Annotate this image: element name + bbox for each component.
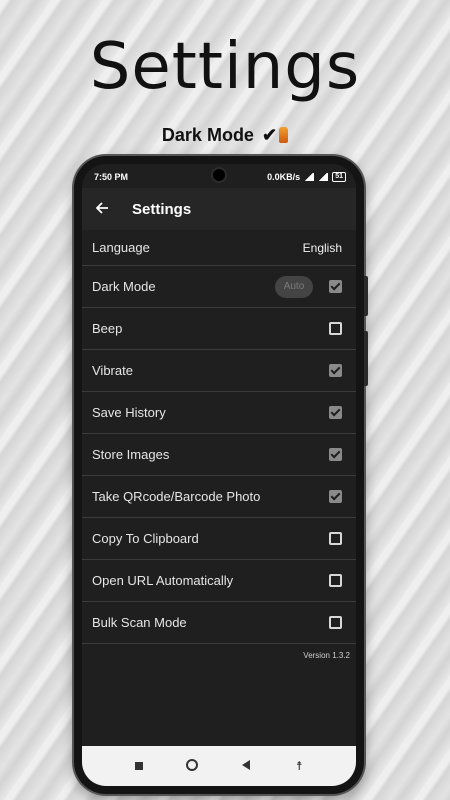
bulb-icon: [279, 127, 289, 143]
network-speed: 0.0KB/s: [267, 172, 301, 182]
battery-icon: 51: [332, 172, 346, 182]
setting-label: Beep: [92, 321, 123, 336]
phone-frame: 7:50 PM 0.0KB/s 51 Settings Language Eng…: [74, 156, 368, 794]
system-nav-bar: ☨: [82, 746, 356, 786]
setting-checkbox[interactable]: [329, 447, 342, 461]
setting-row[interactable]: Vibrate: [82, 350, 356, 392]
setting-checkbox[interactable]: [329, 615, 342, 629]
setting-checkbox[interactable]: [329, 489, 342, 503]
setting-checkbox[interactable]: [329, 573, 342, 587]
setting-checkbox[interactable]: [329, 531, 342, 545]
setting-row[interactable]: Bulk Scan Mode: [82, 602, 356, 644]
recents-icon[interactable]: [129, 759, 149, 773]
home-icon[interactable]: [182, 759, 202, 774]
dark-mode-checkbox[interactable]: [329, 279, 342, 293]
promo-subtitle-text: Dark Mode: [161, 125, 254, 145]
setting-row[interactable]: Store Images: [82, 434, 356, 476]
setting-label: Bulk Scan Mode: [92, 615, 187, 630]
setting-checkbox[interactable]: [329, 363, 342, 377]
settings-list: Language English Dark Mode Auto Beep Vibr…: [82, 230, 356, 644]
setting-checkbox[interactable]: [329, 321, 342, 335]
setting-row[interactable]: Take QRcode/Barcode Photo: [82, 476, 356, 518]
check-mark-icon: ✔: [261, 125, 278, 145]
setting-checkbox[interactable]: [329, 405, 342, 419]
app-bar: Settings: [82, 188, 356, 230]
signal-icon: [304, 173, 315, 181]
volume-button: [364, 276, 368, 316]
language-value: English: [302, 240, 342, 255]
setting-label: Store Images: [92, 447, 170, 462]
status-right: 0.0KB/s 51: [267, 172, 346, 182]
setting-label: Language: [92, 240, 150, 255]
wifi-icon: [318, 173, 329, 181]
setting-label: Vibrate: [92, 363, 133, 378]
status-time: 7:50 PM: [94, 172, 129, 182]
auto-toggle-button[interactable]: Auto: [275, 275, 313, 298]
setting-row[interactable]: Copy To Clipboard: [82, 518, 356, 560]
setting-language[interactable]: Language English: [82, 230, 356, 266]
setting-row[interactable]: Save History: [82, 392, 356, 434]
status-bar: 7:50 PM 0.0KB/s 51: [82, 164, 356, 188]
phone-screen: 7:50 PM 0.0KB/s 51 Settings Language Eng…: [82, 164, 356, 786]
promo-subtitle: Dark Mode ✔: [0, 125, 450, 146]
setting-label: Dark Mode: [92, 279, 156, 294]
power-button: [364, 331, 368, 386]
setting-label: Open URL Automatically: [92, 573, 234, 588]
app-bar-title: Settings: [132, 200, 192, 218]
promo-title: Settings: [89, 30, 361, 104]
setting-label: Save History: [92, 405, 166, 420]
accessibility-icon[interactable]: ☨: [289, 759, 309, 773]
front-camera: [213, 169, 225, 181]
setting-row[interactable]: Open URL Automatically: [82, 560, 356, 602]
arrow-left-icon[interactable]: [82, 199, 122, 220]
setting-dark-mode[interactable]: Dark Mode Auto: [82, 266, 356, 308]
version-text: Version 1.3.2: [303, 651, 350, 660]
back-icon[interactable]: [236, 759, 256, 773]
setting-label: Copy To Clipboard: [92, 531, 199, 546]
setting-row[interactable]: Beep: [82, 308, 356, 350]
setting-label: Take QRcode/Barcode Photo: [92, 489, 261, 504]
